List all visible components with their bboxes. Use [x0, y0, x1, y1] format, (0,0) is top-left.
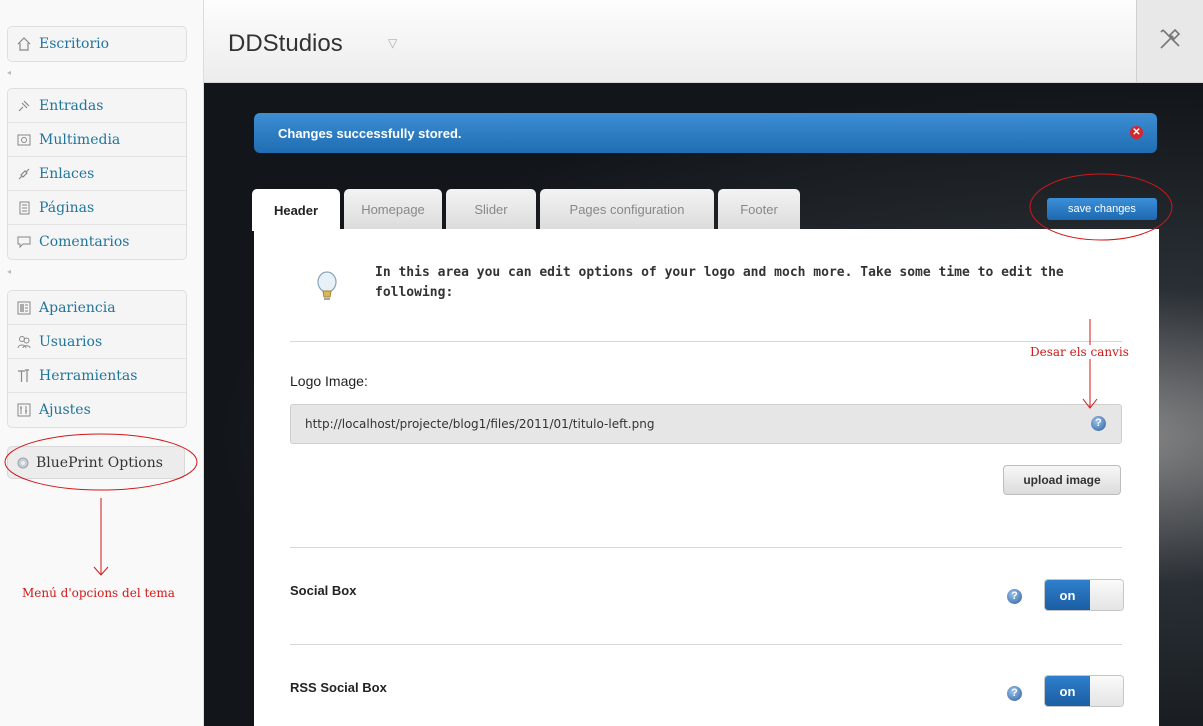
tab-slider[interactable]: Slider [446, 189, 536, 229]
close-icon[interactable]: ✕ [1130, 126, 1143, 139]
sidebar-item-label: Enlaces [39, 165, 95, 182]
sidebar-item-label: Herramientas [39, 367, 138, 384]
comment-icon [16, 234, 32, 250]
tab-footer[interactable]: Footer [718, 189, 800, 229]
settings-icon [16, 402, 32, 418]
sidebar-item-ajustes[interactable]: Ajustes [8, 393, 186, 427]
logo-image-label: Logo Image: [290, 373, 368, 389]
notice-message: Changes successfully stored. [278, 125, 462, 141]
help-icon[interactable]: ? [1007, 686, 1022, 701]
toggle-knob [1090, 580, 1123, 610]
sidebar-item-label: Páginas [39, 199, 95, 216]
rss-social-box-toggle[interactable]: on [1044, 675, 1124, 707]
upload-image-button[interactable]: upload image [1003, 465, 1121, 495]
annotation-save-arrow [1082, 319, 1098, 409]
divider [290, 341, 1122, 342]
sidebar-item-entradas[interactable]: Entradas [8, 89, 186, 123]
home-icon [16, 36, 32, 52]
tab-header[interactable]: Header [252, 189, 340, 231]
options-panel: In this area you can edit options of you… [254, 229, 1159, 726]
sidebar-item-enlaces[interactable]: Enlaces [8, 157, 186, 191]
sidebar-item-label: Ajustes [39, 402, 91, 418]
site-title[interactable]: DDStudios [228, 30, 343, 58]
site-header: DDStudios ▽ [204, 0, 1203, 83]
sidebar-item-multimedia[interactable]: Multimedia [8, 123, 186, 157]
sidebar-item-label: Apariencia [39, 299, 116, 316]
users-icon [16, 334, 32, 350]
sidebar-item-label: Escritorio [39, 36, 110, 52]
pages-icon [16, 200, 32, 216]
toggle-on-label: on [1045, 676, 1090, 706]
social-box-toggle[interactable]: on [1044, 579, 1124, 611]
sidebar-item-usuarios[interactable]: Usuarios [8, 325, 186, 359]
media-icon [16, 132, 32, 148]
screen-options-button[interactable] [1136, 0, 1203, 82]
divider [290, 644, 1122, 645]
divider [290, 547, 1122, 548]
sidebar-item-escritorio[interactable]: Escritorio [8, 27, 186, 61]
admin-sidebar: Escritorio ◂ Entradas Multimedia Enlaces [0, 0, 204, 726]
collapse-separator[interactable]: ◂ [7, 268, 17, 276]
chevron-down-icon[interactable]: ▽ [388, 36, 397, 50]
appearance-icon [16, 300, 32, 316]
menu-group-dashboard: Escritorio [7, 26, 187, 62]
toggle-on-label: on [1045, 580, 1090, 610]
social-box-label: Social Box [290, 583, 357, 598]
sidebar-item-label: Comentarios [39, 234, 130, 250]
pin-icon [16, 98, 32, 114]
lightbulb-icon [316, 271, 338, 307]
sidebar-item-herramientas[interactable]: Herramientas [8, 359, 186, 393]
rss-social-box-label: RSS Social Box [290, 680, 387, 695]
sidebar-item-apariencia[interactable]: Apariencia [8, 291, 186, 325]
sidebar-item-label: Entradas [39, 97, 104, 114]
toggle-knob [1090, 676, 1123, 706]
annotation-save-marker [1029, 173, 1173, 241]
sidebar-item-paginas[interactable]: Páginas [8, 191, 186, 225]
collapse-separator[interactable]: ◂ [7, 69, 17, 77]
annotation-menu-marker [4, 433, 198, 576]
tab-homepage[interactable]: Homepage [344, 189, 442, 229]
success-notice: Changes successfully stored. ✕ [254, 113, 1157, 153]
sidebar-item-label: Multimedia [39, 131, 121, 148]
options-page: Changes successfully stored. ✕ Header Ho… [204, 83, 1203, 726]
help-icon[interactable]: ? [1007, 589, 1022, 604]
menu-group-content: Entradas Multimedia Enlaces Páginas Come… [7, 88, 187, 260]
annotation-save-note: Desar els canvis [1028, 345, 1131, 359]
link-icon [16, 166, 32, 182]
tools-icon [16, 368, 32, 384]
sidebar-item-label: Usuarios [39, 333, 103, 350]
tools-icon [1157, 26, 1183, 56]
sidebar-item-comentarios[interactable]: Comentarios [8, 225, 186, 259]
tab-pages-configuration[interactable]: Pages configuration [540, 189, 714, 229]
menu-group-settings: Apariencia Usuarios Herramientas Ajustes [7, 290, 187, 428]
intro-text: In this area you can edit options of you… [375, 265, 1064, 300]
logo-image-input[interactable] [290, 404, 1122, 444]
annotation-menu-note: Menú d'opcions del tema [22, 586, 175, 600]
